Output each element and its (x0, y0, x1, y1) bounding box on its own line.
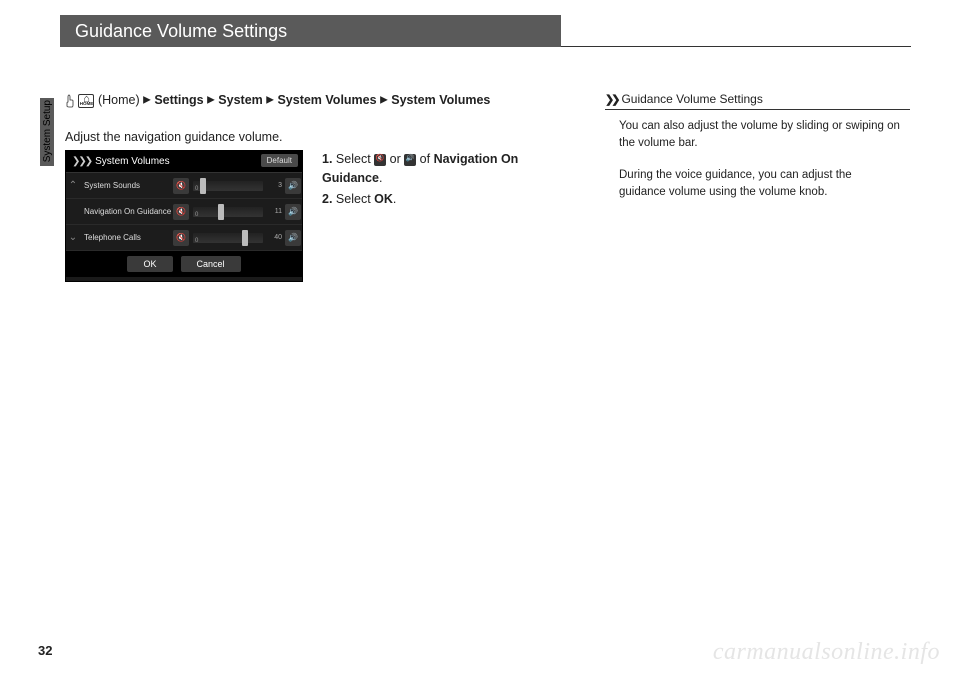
step1-end: . (379, 171, 382, 185)
slider-handle[interactable] (242, 230, 248, 246)
up-icon: ⌃ (68, 173, 78, 198)
ok-button[interactable]: OK (127, 256, 172, 272)
vol-up-icon[interactable]: 🔊 (285, 230, 301, 246)
sc-footer: OK Cancel (66, 251, 302, 277)
step-1: 1. Select 🔇 or 🔊 of Navigation On Guidan… (322, 150, 572, 188)
row-label: Navigation On Guidance (84, 207, 172, 216)
page-title: Guidance Volume Settings (60, 21, 287, 42)
arrow-icon: ▶ (266, 95, 274, 106)
vol-up-icon[interactable]: 🔊 (285, 204, 301, 220)
sidebar-body: You can also adjust the volume by slidin… (605, 110, 910, 201)
page-header: Guidance Volume Settings (60, 15, 561, 47)
header-rule (561, 15, 911, 47)
finger-icon (65, 94, 75, 108)
vol-up-icon[interactable]: 🔊 (285, 178, 301, 194)
step2-pre: Select (336, 192, 374, 206)
volume-row: Navigation On Guidance 🔇 0 11 🔊 (66, 199, 302, 225)
step1-post: of (416, 152, 433, 166)
system-volumes-screenshot: ❯❯❯ System Volumes Default ⌃ System Soun… (65, 150, 303, 282)
chevrons-icon: ❯❯❯ (72, 156, 91, 167)
step2-target: OK (374, 192, 393, 206)
breadcrumb-home: (Home) (98, 93, 140, 107)
arrow-icon: ▶ (143, 95, 151, 106)
vol-down-icon: 🔇 (374, 154, 386, 166)
sidebar-note: ❯❯ Guidance Volume Settings You can also… (605, 92, 910, 215)
row-value: 11 (266, 208, 282, 215)
step-2: 2. Select OK. (322, 190, 572, 209)
sidebar-p2: During the voice guidance, you can adjus… (619, 167, 900, 202)
row-label: Telephone Calls (84, 233, 172, 242)
step1-pre: Select (336, 152, 374, 166)
double-chevron-icon: ❯❯ (605, 93, 617, 106)
volume-bar[interactable]: 0 (193, 181, 263, 191)
volume-row: ⌄ Telephone Calls 🔇 0 40 🔊 (66, 225, 302, 251)
sc-title: System Volumes (95, 156, 169, 167)
vol-down-icon[interactable]: 🔇 (173, 178, 189, 194)
volume-bar[interactable]: 0 (193, 207, 263, 217)
default-button[interactable]: Default (261, 154, 298, 167)
vol-down-icon[interactable]: 🔇 (173, 204, 189, 220)
section-label: System Setup (42, 100, 53, 162)
step1-mid: or (386, 152, 404, 166)
vol-up-icon: 🔊 (404, 154, 416, 166)
vol-down-icon[interactable]: 🔇 (173, 230, 189, 246)
sidebar-heading-row: ❯❯ Guidance Volume Settings (605, 92, 910, 110)
slider-handle[interactable] (200, 178, 206, 194)
steps: 1. Select 🔇 or 🔊 of Navigation On Guidan… (322, 150, 572, 210)
arrow-icon: ▶ (380, 95, 388, 106)
intro-text: Adjust the navigation guidance volume. (65, 130, 283, 144)
down-icon: ⌄ (68, 225, 78, 250)
home-icon: HOME (78, 94, 94, 108)
breadcrumb-sysvol2: System Volumes (391, 93, 490, 107)
slider-handle[interactable] (218, 204, 224, 220)
breadcrumb: HOME (Home) ▶ Settings ▶ System ▶ System… (65, 92, 575, 110)
watermark: carmanualsonline.info (713, 639, 940, 666)
sc-header: ❯❯❯ System Volumes Default (66, 151, 302, 173)
cancel-button[interactable]: Cancel (181, 256, 241, 272)
row-label: System Sounds (84, 181, 172, 190)
row-value: 40 (266, 234, 282, 241)
breadcrumb-settings: Settings (154, 93, 203, 107)
volume-row: ⌃ System Sounds 🔇 0 3 🔊 (66, 173, 302, 199)
breadcrumb-system: System (218, 93, 262, 107)
step2-end: . (393, 192, 396, 206)
arrow-icon: ▶ (207, 95, 215, 106)
sidebar-p1: You can also adjust the volume by slidin… (619, 118, 900, 153)
page-number: 32 (38, 643, 52, 658)
volume-bar[interactable]: 0 (193, 233, 263, 243)
row-value: 3 (266, 182, 282, 189)
sidebar-heading: Guidance Volume Settings (621, 92, 762, 106)
breadcrumb-sysvol1: System Volumes (277, 93, 376, 107)
